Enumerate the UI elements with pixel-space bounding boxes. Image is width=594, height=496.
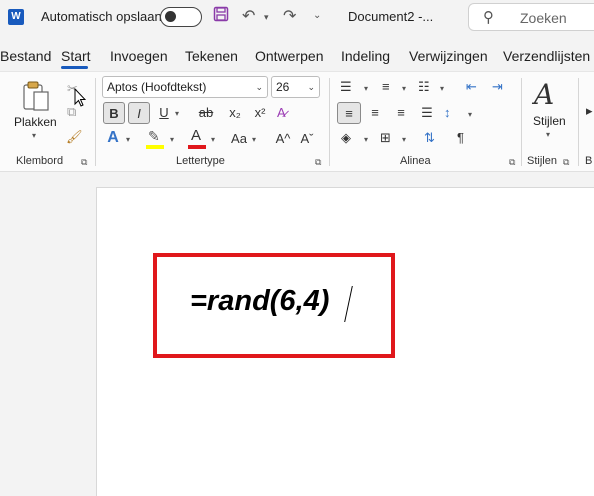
autosave-label: Automatisch opslaan — [41, 9, 162, 24]
word-app-icon: W — [8, 9, 24, 25]
font-size-value: 26 — [276, 80, 290, 94]
highlight-dropdown-icon[interactable]: ▾ — [170, 135, 174, 144]
chevron-down-icon: ⌄ — [255, 82, 263, 92]
align-center-button[interactable]: ≡ — [366, 102, 384, 124]
numbering-dropdown-icon[interactable]: ▾ — [402, 84, 406, 93]
align-right-button[interactable]: ≡ — [392, 102, 410, 124]
superscript-button[interactable]: x² — [250, 102, 270, 124]
undo-icon[interactable]: ↶ — [242, 6, 255, 26]
styles-button[interactable]: A Stijlen ▾ — [528, 78, 574, 146]
tab-verwijzingen[interactable]: Verwijzingen — [409, 48, 488, 64]
line-spacing-dropdown-icon[interactable]: ▾ — [468, 110, 472, 119]
font-color-bar — [188, 145, 206, 149]
strikethrough-button[interactable]: ab — [196, 102, 216, 124]
font-group-label: Lettertype — [176, 155, 225, 167]
clear-formatting-icon[interactable]: A̷ — [277, 102, 286, 124]
ribbon-tabs: Bestand Start Invoegen Tekenen Ontwerpen… — [0, 44, 594, 70]
tab-indeling[interactable]: Indeling — [341, 48, 390, 64]
font-name-value: Aptos (Hoofdtekst) — [107, 80, 207, 94]
group-divider — [521, 78, 522, 166]
justify-button[interactable]: ☰ — [418, 102, 436, 124]
autosave-toggle[interactable] — [160, 7, 202, 27]
document-title[interactable]: Document2 -... — [348, 9, 433, 24]
borders-dropdown-icon[interactable]: ▾ — [402, 135, 406, 144]
tab-start[interactable]: Start — [61, 48, 91, 64]
toggle-knob — [165, 11, 176, 22]
italic-button[interactable]: I — [128, 102, 150, 124]
bullets-icon[interactable]: ☰ — [340, 76, 352, 98]
font-color-button[interactable]: A — [188, 127, 206, 149]
mouse-pointer-icon — [74, 87, 87, 113]
title-bar: W Automatisch opslaan ↶ ▾ ↷ ⌄ Document2 … — [0, 0, 594, 36]
chevron-down-icon: ▾ — [546, 130, 551, 139]
line-spacing-icon[interactable]: ↕ — [444, 102, 451, 124]
tab-bestand[interactable]: Bestand — [0, 48, 51, 64]
shading-icon[interactable]: ◈ — [341, 127, 351, 149]
paragraph-group-label: Alinea — [400, 155, 431, 167]
shading-dropdown-icon[interactable]: ▾ — [364, 135, 368, 144]
paste-button[interactable]: Plakken ▾ — [12, 78, 58, 146]
font-name-dropdown[interactable]: Aptos (Hoofdtekst) ⌄ — [102, 76, 268, 98]
font-size-dropdown[interactable]: 26 ⌄ — [271, 76, 320, 98]
styles-label: Stijlen — [533, 114, 566, 128]
underline-button[interactable]: U — [156, 102, 172, 124]
search-box[interactable]: ⚲ Zoeken — [468, 3, 594, 31]
text-effects-dropdown-icon[interactable]: ▾ — [126, 135, 130, 144]
chevron-down-icon: ⌄ — [307, 82, 315, 92]
numbering-icon[interactable]: ≡ — [382, 76, 390, 98]
underline-dropdown-icon[interactable]: ▾ — [175, 109, 179, 118]
group-divider — [329, 78, 330, 166]
tab-verzendlijsten[interactable]: Verzendlijsten — [503, 48, 590, 64]
bold-button[interactable]: B — [103, 102, 125, 124]
tab-ontwerpen[interactable]: Ontwerpen — [255, 48, 323, 64]
undo-dropdown-icon[interactable]: ▾ — [264, 12, 269, 23]
highlight-color-bar — [146, 145, 164, 149]
group-divider — [95, 78, 96, 166]
borders-icon[interactable]: ⊞ — [380, 127, 391, 149]
grow-font-button[interactable]: A^ — [274, 128, 292, 150]
active-tab-indicator — [61, 66, 88, 69]
editing-group-label: B — [585, 155, 593, 167]
sort-icon[interactable]: ⇅ — [424, 127, 435, 149]
clipboard-group-label: Klembord — [16, 155, 64, 167]
text-effects-button[interactable]: A — [104, 127, 122, 149]
font-color-glyph: A — [191, 127, 202, 144]
show-formatting-button[interactable]: ¶ — [457, 127, 464, 149]
multilevel-dropdown-icon[interactable]: ▾ — [440, 84, 444, 93]
multilevel-list-icon[interactable]: ☷ — [418, 76, 430, 98]
format-painter-icon[interactable]: 🖌 — [66, 126, 83, 148]
change-case-button[interactable]: Aa — [228, 128, 250, 150]
highlight-button[interactable]: ✎ — [146, 128, 164, 150]
editing-icon[interactable]: ▸ — [586, 100, 593, 122]
document-text[interactable]: =rand(6,4) — [190, 285, 329, 318]
bullets-dropdown-icon[interactable]: ▾ — [364, 84, 368, 93]
font-color-dropdown-icon[interactable]: ▾ — [211, 135, 215, 144]
case-dropdown-icon[interactable]: ▾ — [252, 135, 256, 144]
decrease-indent-icon[interactable]: ⇤ — [466, 76, 477, 98]
chevron-down-icon: ▾ — [32, 131, 37, 140]
tab-invoegen[interactable]: Invoegen — [110, 48, 168, 64]
shrink-font-button[interactable]: Aˇ — [298, 128, 316, 150]
paragraph-launcher-icon[interactable]: ⧉ — [509, 157, 515, 168]
group-divider — [578, 78, 579, 166]
styles-icon: A — [534, 78, 555, 111]
styles-group-label: Stijlen — [527, 155, 557, 167]
increase-indent-icon[interactable]: ⇥ — [492, 76, 503, 98]
font-launcher-icon[interactable]: ⧉ — [315, 157, 321, 168]
tab-tekenen[interactable]: Tekenen — [185, 48, 238, 64]
styles-launcher-icon[interactable]: ⧉ — [563, 157, 569, 168]
save-icon[interactable] — [213, 6, 229, 27]
subscript-button[interactable]: x₂ — [225, 102, 245, 124]
paste-label: Plakken — [14, 115, 57, 129]
search-input[interactable]: Zoeken — [520, 10, 567, 26]
highlighter-icon: ✎ — [148, 128, 160, 144]
clipboard-icon — [23, 81, 49, 111]
clipboard-launcher-icon[interactable]: ⧉ — [81, 157, 87, 168]
align-left-button[interactable]: ≡ — [337, 102, 361, 124]
redo-icon[interactable]: ↷ — [283, 6, 296, 26]
customize-toolbar-icon[interactable]: ⌄ — [313, 10, 321, 21]
search-icon: ⚲ — [483, 9, 494, 26]
